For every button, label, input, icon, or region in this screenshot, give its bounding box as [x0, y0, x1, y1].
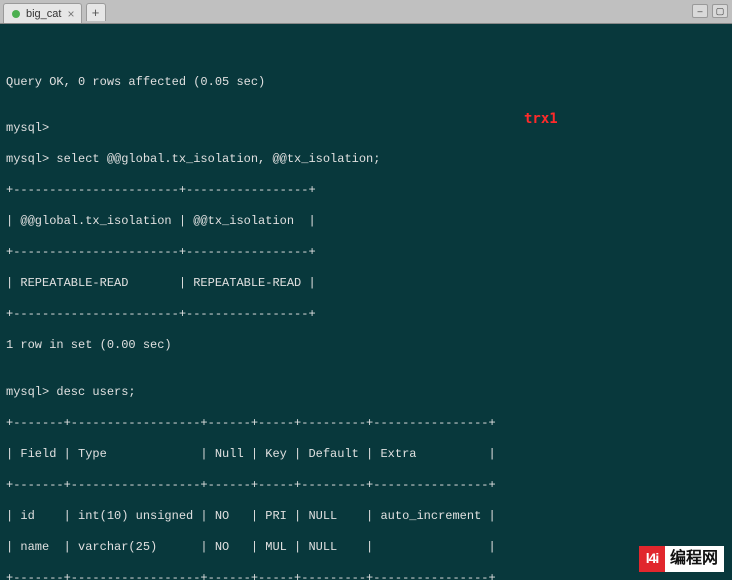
watermark: l4i 编程网 [639, 546, 724, 572]
terminal-pane[interactable]: trx1 Query OK, 0 rows affected (0.05 sec… [0, 24, 732, 580]
terminal-line: mysql> desc users; [6, 385, 726, 401]
terminal-line: | REPEATABLE-READ | REPEATABLE-READ | [6, 276, 726, 292]
terminal-line: Query OK, 0 rows affected (0.05 sec) [6, 75, 726, 91]
new-tab-button[interactable]: + [86, 3, 106, 21]
terminal-line: mysql> [6, 121, 726, 137]
watermark-logo: l4i [639, 546, 665, 572]
tab-bar: big_cat × + – ▢ [0, 0, 732, 24]
terminal-line: +-----------------------+---------------… [6, 245, 726, 261]
terminal-line: | id | int(10) unsigned | NO | PRI | NUL… [6, 509, 726, 525]
terminal-line: | name | varchar(25) | NO | MUL | NULL |… [6, 540, 726, 556]
terminal-line: +-------+------------------+------+-----… [6, 416, 726, 432]
terminal-line: +-----------------------+---------------… [6, 307, 726, 323]
terminal-line: +-------+------------------+------+-----… [6, 478, 726, 494]
window-controls: – ▢ [692, 4, 728, 18]
terminal-line: +-------+------------------+------+-----… [6, 571, 726, 580]
terminal-line: mysql> select @@global.tx_isolation, @@t… [6, 152, 726, 168]
maximize-icon: ▢ [716, 6, 725, 17]
terminal-line: +-----------------------+---------------… [6, 183, 726, 199]
tab-big-cat[interactable]: big_cat × [3, 3, 82, 23]
maximize-button[interactable]: ▢ [712, 4, 728, 18]
transaction-label: trx1 [524, 112, 558, 128]
tab-label: big_cat [26, 8, 61, 20]
terminal-line: | Field | Type | Null | Key | Default | … [6, 447, 726, 463]
terminal-line: | @@global.tx_isolation | @@tx_isolation… [6, 214, 726, 230]
app-window: big_cat × + – ▢ trx1 Query OK, 0 rows af… [0, 0, 732, 580]
status-dot-icon [12, 10, 20, 18]
minimize-button[interactable]: – [692, 4, 708, 18]
minimize-icon: – [697, 6, 702, 16]
close-icon[interactable]: × [67, 8, 74, 20]
watermark-text: 编程网 [665, 546, 724, 572]
terminal-line: 1 row in set (0.00 sec) [6, 338, 726, 354]
plus-icon: + [92, 5, 100, 20]
